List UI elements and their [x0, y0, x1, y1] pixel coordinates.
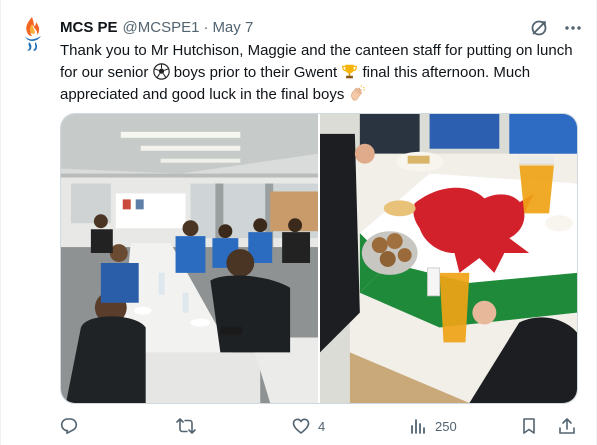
trophy-emoji	[342, 64, 358, 79]
canteen-photo[interactable]	[61, 114, 318, 403]
more-options-icon[interactable]	[564, 19, 582, 37]
tweet-text: Thank you to Mr Hutchison, Maggie and th…	[60, 40, 585, 106]
tweet-header: MCS PE @MCSPE1 · May 7	[60, 17, 582, 39]
tweet-card: MCS PE @MCSPE1 · May 7 Thank you to Mr H…	[0, 0, 597, 445]
media-grid	[60, 113, 578, 404]
food-table-welsh-flag-photo[interactable]	[320, 114, 577, 403]
views-count: 250	[435, 418, 457, 434]
tweet-text-part2: boys prior to their Gwent	[169, 64, 342, 81]
tweet-date[interactable]: May 7	[212, 18, 253, 38]
grok-icon[interactable]	[530, 19, 548, 37]
separator-dot: ·	[203, 19, 209, 36]
flame-logo-icon	[25, 17, 41, 51]
bookmark-icon	[523, 418, 535, 434]
heart-icon	[292, 418, 310, 434]
reply-button[interactable]	[60, 417, 86, 435]
soccer-ball-emoji	[152, 63, 170, 80]
action-bar: 4 250	[60, 415, 578, 437]
like-count: 4	[318, 418, 326, 434]
share-button[interactable]	[558, 417, 576, 435]
author-name[interactable]: MCS PE	[60, 18, 118, 38]
bookmark-button[interactable]	[521, 417, 537, 435]
retweet-button[interactable]	[176, 417, 204, 435]
author-handle[interactable]: @MCSPE1	[123, 18, 200, 38]
views-button[interactable]: 250	[409, 417, 457, 435]
retweet-icon	[176, 418, 196, 434]
share-icon	[559, 418, 575, 434]
views-chart-icon	[411, 419, 425, 434]
avatar[interactable]	[17, 14, 49, 54]
clapping-hands-emoji	[350, 85, 365, 101]
like-button[interactable]: 4	[292, 417, 325, 435]
reply-icon	[60, 418, 78, 434]
